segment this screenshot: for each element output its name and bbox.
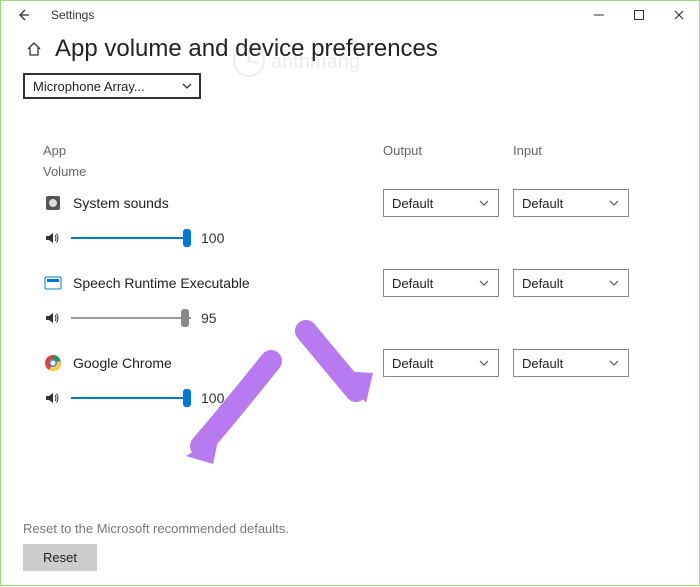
volume-slider-row-google-chrome: 100 <box>43 389 677 407</box>
minimize-button[interactable] <box>579 1 619 29</box>
app-name: Speech Runtime Executable <box>73 275 250 292</box>
close-button[interactable] <box>659 1 699 29</box>
speaker-icon[interactable] <box>43 389 61 407</box>
chrome-icon <box>43 353 63 373</box>
app-row-system-sounds: System sounds Default Default <box>43 189 677 217</box>
volume-value: 95 <box>201 310 227 326</box>
input-select[interactable]: Default <box>513 189 629 217</box>
volume-value: 100 <box>201 230 227 246</box>
window-title: Settings <box>51 8 94 22</box>
speaker-icon[interactable] <box>43 229 61 247</box>
maximize-button[interactable] <box>619 1 659 29</box>
chevron-down-icon <box>181 80 193 92</box>
col-header-input: Input <box>513 143 643 158</box>
microphone-dropdown-label: Microphone Array... <box>33 79 181 94</box>
volume-slider-row-speech-runtime: 95 <box>43 309 677 327</box>
volume-slider[interactable] <box>71 389 191 407</box>
microphone-dropdown[interactable]: Microphone Array... <box>23 73 201 99</box>
page-title: App volume and device preferences <box>55 35 438 63</box>
app-row-google-chrome: Google Chrome Default Default <box>43 349 677 377</box>
volume-value: 100 <box>201 390 227 406</box>
back-button[interactable] <box>13 5 33 25</box>
input-select[interactable]: Default <box>513 349 629 377</box>
app-row-speech-runtime: Speech Runtime Executable Default Defaul… <box>43 269 677 297</box>
speaker-icon[interactable] <box>43 309 61 327</box>
chevron-down-icon <box>608 197 620 209</box>
column-headers: App Output Input <box>43 143 677 158</box>
col-header-app: App <box>43 143 383 158</box>
speech-runtime-icon <box>43 273 63 293</box>
reset-note: Reset to the Microsoft recommended defau… <box>23 521 289 536</box>
chevron-down-icon <box>608 277 620 289</box>
home-button[interactable] <box>23 38 45 60</box>
chevron-down-icon <box>478 357 490 369</box>
output-select[interactable]: Default <box>383 269 499 297</box>
titlebar: Settings <box>1 1 699 29</box>
chevron-down-icon <box>478 277 490 289</box>
volume-slider-row-system-sounds: 100 <box>43 229 677 247</box>
volume-slider[interactable] <box>71 229 191 247</box>
app-name: Google Chrome <box>73 355 172 372</box>
input-select[interactable]: Default <box>513 269 629 297</box>
system-sounds-icon <box>43 193 63 213</box>
reset-button[interactable]: Reset <box>23 544 97 571</box>
chevron-down-icon <box>478 197 490 209</box>
output-select[interactable]: Default <box>383 189 499 217</box>
reset-area: Reset to the Microsoft recommended defau… <box>23 521 289 571</box>
chevron-down-icon <box>608 357 620 369</box>
content-area: App Output Input Volume System sounds De… <box>1 99 699 407</box>
col-header-output: Output <box>383 143 513 158</box>
volume-slider[interactable] <box>71 309 191 327</box>
subheader-volume: Volume <box>43 164 677 179</box>
page-header: App volume and device preferences <box>1 29 699 67</box>
app-name: System sounds <box>73 195 169 212</box>
output-select[interactable]: Default <box>383 349 499 377</box>
